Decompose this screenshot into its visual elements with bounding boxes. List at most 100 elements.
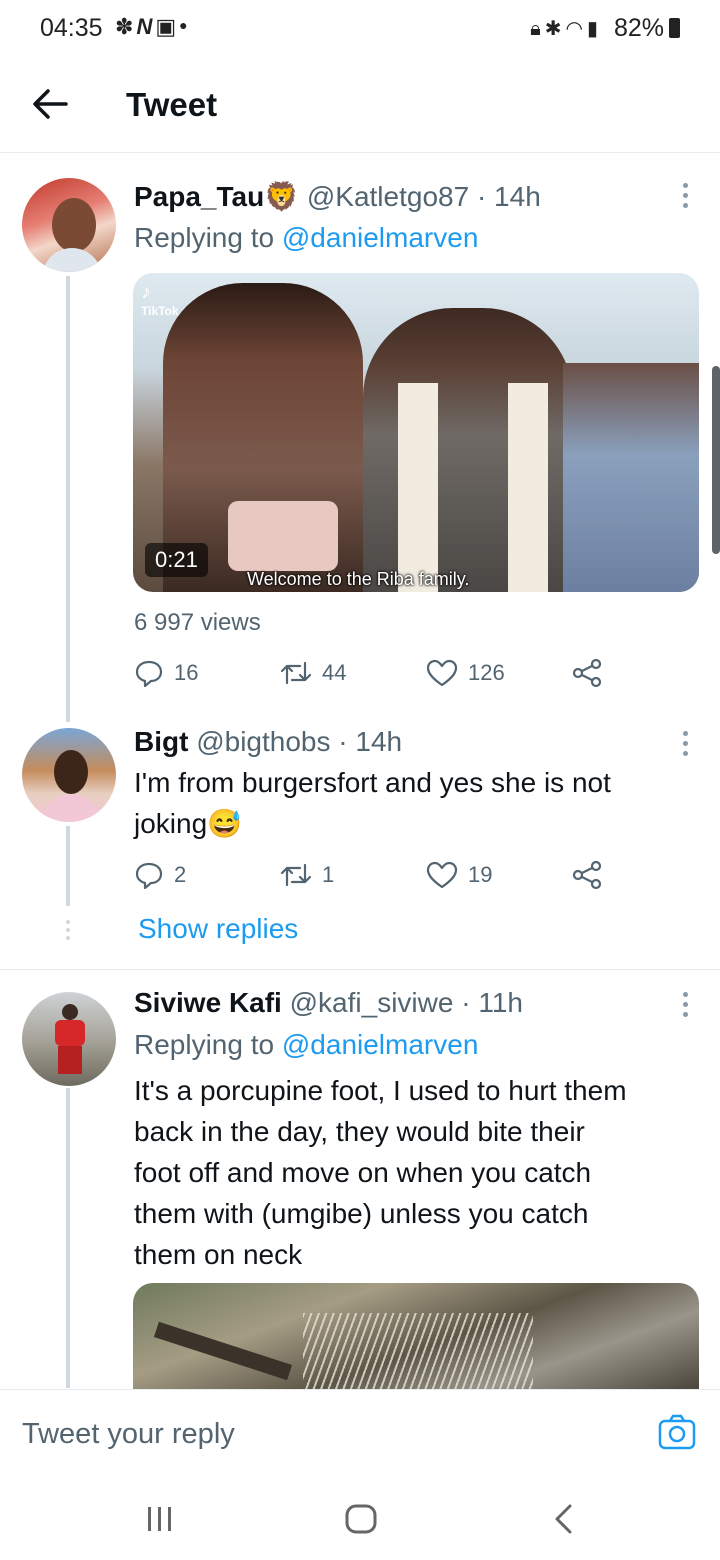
avatar[interactable]: [22, 178, 116, 272]
tweet-text-line: foot off and move on when you catch: [134, 1157, 592, 1188]
lion-emoji: 🦁: [264, 181, 300, 212]
retweet-count: 1: [322, 862, 335, 887]
reply-button[interactable]: 2: [134, 858, 186, 892]
recent-apps-icon[interactable]: [146, 1506, 174, 1532]
tweet-actions: 16 44 126: [134, 656, 614, 690]
tweet-text: I'm from burgersfort and yes she is not …: [134, 762, 611, 844]
replying-to: Replying to @danielmarven: [134, 1029, 478, 1061]
replying-label: Replying to: [134, 222, 275, 253]
thread-line-continued: [66, 826, 70, 906]
system-icons: 🔒︎✱◠▮: [530, 16, 602, 41]
video-scene-bag: [228, 501, 338, 571]
tweet-author[interactable]: Siviwe Kafi @kafi_siviwe · 11h: [134, 987, 523, 1019]
bluetooth-icon: ✱: [544, 18, 566, 40]
reply-icon: [135, 862, 163, 890]
camera-icon[interactable]: [658, 1414, 696, 1450]
video-player[interactable]: ♪ TikTok 0:21 Welcome to the Riba family…: [133, 273, 699, 592]
tweet-image[interactable]: [133, 1283, 699, 1389]
divider: [0, 969, 720, 970]
video-caption: Welcome to the Riba family.: [247, 569, 470, 589]
tweet-author[interactable]: Bigt @bigthobs · 14h: [134, 726, 402, 758]
display-name[interactable]: Papa_Tau: [134, 181, 264, 212]
tiktok-logo: ♪ TikTok: [141, 281, 179, 318]
view-count: 6 997 views: [134, 609, 261, 636]
tweet-text-line: joking😅: [134, 808, 243, 839]
scrollbar[interactable]: [712, 366, 720, 554]
like-button[interactable]: 19: [426, 858, 492, 892]
tweet-actions: 2 1 19: [134, 858, 614, 892]
mention-link[interactable]: @danielmarven: [282, 222, 479, 253]
avatar[interactable]: [22, 728, 116, 822]
share-button[interactable]: [572, 858, 612, 892]
tweet-author[interactable]: Papa_Tau🦁 @Katletgo87 · 14h: [134, 180, 541, 213]
lock-icon: 🔒︎: [530, 18, 545, 40]
heart-icon: [426, 659, 458, 687]
battery-percent: 82%: [613, 14, 664, 42]
display-name[interactable]: Siviwe Kafi: [134, 987, 282, 1018]
retweet-button[interactable]: 44: [280, 656, 346, 690]
avatar[interactable]: [22, 992, 116, 1086]
top-bar: Tweet: [0, 60, 720, 153]
handle[interactable]: @kafi_siviwe: [290, 987, 454, 1018]
n-icon: N: [136, 14, 156, 39]
handle[interactable]: @Katletgo87: [307, 181, 469, 212]
share-button[interactable]: [572, 656, 612, 690]
tweet-text: It's a porcupine foot, I used to hurt th…: [134, 1070, 627, 1275]
reply-button[interactable]: 16: [134, 656, 198, 690]
share-icon: [572, 860, 602, 890]
replying-label: Replying to: [134, 1029, 275, 1060]
battery-icon: [669, 18, 680, 38]
fan-icon: ✽: [115, 14, 137, 39]
tweet-text-line: It's a porcupine foot, I used to hurt th…: [134, 1075, 627, 1106]
heart-icon: [426, 861, 458, 889]
video-scene-scarf-right: [508, 383, 548, 592]
signal-icon: ▮: [586, 18, 602, 40]
tweet-text-line: back in the day, they would bite their: [134, 1116, 585, 1147]
reply-count: 2: [174, 862, 187, 887]
image-branch: [153, 1321, 293, 1381]
wifi-icon: ◠: [565, 18, 587, 40]
system-nav-bar: [0, 1470, 720, 1560]
more-options-icon[interactable]: [680, 992, 690, 1022]
dot-icon: ●: [179, 17, 191, 33]
reply-count: 16: [174, 660, 199, 685]
video-scene-scarf: [398, 383, 438, 592]
tweet-text-line: I'm from burgersfort and yes she is not: [134, 767, 611, 798]
thread-line-third: [66, 1088, 70, 1388]
like-count: 126: [468, 660, 505, 685]
video-scene-crowd: [563, 363, 699, 592]
gallery-icon: ▣: [155, 14, 180, 39]
like-button[interactable]: 126: [426, 656, 505, 690]
retweet-icon: [280, 863, 312, 887]
notification-icons: ✽N▣●: [115, 14, 191, 40]
share-icon: [572, 658, 602, 688]
tweet-text-line: them with (umgibe) unless you catch: [134, 1198, 589, 1229]
show-replies-link[interactable]: Show replies: [138, 913, 298, 945]
reply-input[interactable]: Tweet your reply: [22, 1418, 235, 1451]
more-options-icon[interactable]: [680, 731, 690, 761]
back-icon[interactable]: [552, 1504, 574, 1534]
timestamp: · 11h: [461, 987, 523, 1018]
retweet-count: 44: [322, 660, 347, 685]
thread-line: [66, 276, 70, 722]
replying-to: Replying to @danielmarven: [134, 222, 478, 254]
mention-link[interactable]: @danielmarven: [282, 1029, 479, 1060]
reply-icon: [135, 660, 163, 688]
reply-bar: Tweet your reply: [0, 1389, 720, 1471]
handle[interactable]: @bigthobs: [196, 726, 330, 757]
tweet-text-line: them on neck: [134, 1239, 303, 1270]
timestamp: · 14h: [476, 181, 541, 212]
home-icon[interactable]: [345, 1504, 377, 1534]
display-name[interactable]: Bigt: [134, 726, 188, 757]
retweet-button[interactable]: 1: [280, 858, 334, 892]
image-quills: [303, 1313, 533, 1389]
more-options-icon[interactable]: [680, 183, 690, 213]
page-title: Tweet: [126, 86, 218, 123]
like-count: 19: [468, 862, 493, 887]
thread-dots: [66, 920, 70, 940]
video-duration: 0:21: [145, 543, 208, 577]
sweat-smile-emoji: 😅: [207, 808, 243, 839]
timestamp: · 14h: [338, 726, 403, 757]
back-arrow-icon[interactable]: [30, 82, 70, 126]
clock: 04:35: [40, 14, 103, 42]
